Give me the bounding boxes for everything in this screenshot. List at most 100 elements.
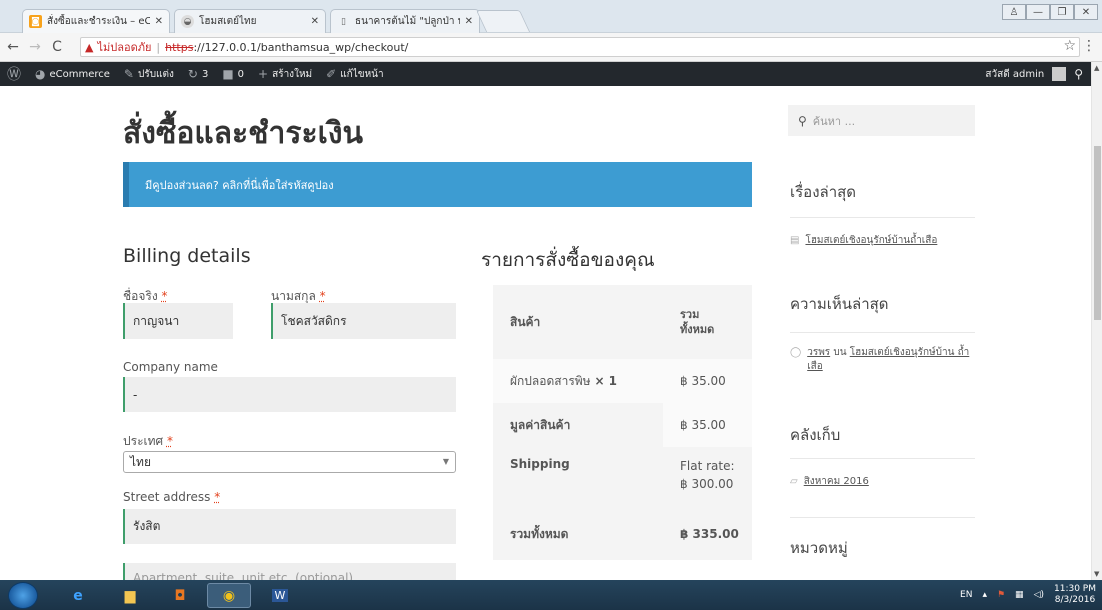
word-icon[interactable]: W — [258, 583, 302, 608]
divider — [790, 517, 975, 518]
subtotal-label: มูลค่าสินค้า — [493, 403, 663, 447]
url-separator: | — [156, 40, 161, 54]
avatar[interactable] — [1052, 67, 1067, 81]
page-icon: ▯ — [341, 16, 346, 27]
total-value: ฿ 335.00 — [680, 527, 739, 541]
media-player-icon[interactable]: ◘ — [158, 583, 202, 608]
address-bar[interactable]: ▲ ไม่ปลอดภัย | https ://127.0.0.1/bantha… — [80, 37, 1080, 57]
shipping-label: Shipping — [510, 457, 570, 471]
categories-heading: หมวดหมู่ — [790, 539, 848, 557]
tab-tree-bank[interactable]: ▯ ธนาคารต้นไม้ "ปลูกป่า ปลูก ✕ — [330, 9, 480, 33]
item-total: ฿ 35.00 — [680, 374, 726, 388]
internet-explorer-icon[interactable]: e — [56, 583, 100, 608]
forward-icon[interactable]: → — [26, 39, 44, 55]
not-secure-label: ไม่ปลอดภัย — [97, 41, 152, 54]
user-icon[interactable]: ♙ — [1002, 4, 1026, 20]
total-label: รวมทั้งหมด — [510, 526, 569, 541]
new-label: สร้างใหม่ — [272, 68, 313, 80]
clock[interactable]: 11:30 PM 8/3/2016 — [1054, 584, 1096, 606]
network-icon[interactable]: ▦ — [1015, 590, 1024, 600]
comments-button[interactable]: ■ 0 — [215, 62, 251, 86]
back-icon[interactable]: ← — [4, 39, 22, 55]
tab-title: โฮมสเตย์ไทย — [199, 16, 257, 27]
wp-admin-bar: Ⓦ ◕ eCommerce ✎ ปรับแต่ง ↻ 3 ■ 0 + สร้างใหม่ … — [0, 62, 1091, 86]
tab-checkout[interactable]: ◙ สั่งซื้อและชำระเงิน – eComm ✕ — [22, 9, 170, 33]
flag-icon[interactable]: ⚑ — [997, 590, 1005, 600]
shipping-value: Flat rate: ฿ 300.00 — [680, 459, 735, 491]
bookmark-star-icon[interactable]: ☆ — [1063, 38, 1076, 54]
volume-icon[interactable]: ◁) — [1034, 590, 1044, 600]
coupon-link[interactable]: มีคูปองส่วนลด? คลิกที่นี่เพื่อใส่รหัสคูป… — [145, 176, 334, 194]
new-content-button[interactable]: + สร้างใหม่ — [251, 62, 319, 86]
street-field[interactable]: รังสิต — [123, 509, 456, 544]
list-item: ◯ วรพร บน โฮมสเตย์เชิงอนุรักษ์บ้าน ถ้ำเส… — [790, 346, 990, 374]
reload-icon[interactable]: C — [48, 39, 66, 55]
recent-post-link[interactable]: โฮมสเตย์เชิงอนุรักษ์บ้านถ้ำเสือ — [805, 234, 937, 248]
sidebar-search-input[interactable]: ⚲ ค้นหา ... — [788, 105, 975, 136]
divider — [790, 217, 975, 218]
window-controls: ♙ — ❐ ✕ — [1002, 4, 1098, 20]
company-field[interactable]: - — [123, 377, 456, 412]
file-explorer-icon[interactable]: ▆ — [108, 583, 152, 608]
greeting[interactable]: สวัสดี admin — [985, 67, 1044, 82]
customize-button[interactable]: ✎ ปรับแต่ง — [117, 62, 181, 86]
close-icon[interactable]: ✕ — [311, 16, 319, 27]
start-button[interactable] — [8, 582, 38, 609]
list-item: ▤ โฮมสเตย์เชิงอนุรักษ์บ้านถ้ำเสือ — [790, 234, 937, 248]
company-label: Company name — [123, 360, 218, 374]
divider — [790, 332, 975, 333]
street-label: Street address * — [123, 490, 221, 504]
comments-count: 0 — [237, 68, 245, 80]
scroll-thumb[interactable] — [1094, 146, 1101, 320]
comment-post-link[interactable]: โฮมสเตย์เชิงอนุรักษ์บ้าน ถ้ำเสือ — [807, 347, 969, 372]
plus-icon: + — [258, 67, 269, 81]
chevron-down-icon: ▼ — [442, 457, 449, 466]
search-icon: ⚲ — [798, 113, 807, 128]
page-title: สั่งซื้อและชำระเงิน — [123, 116, 364, 151]
url-scheme: https — [165, 40, 194, 54]
browser-menu-icon[interactable]: ⋮ — [1082, 38, 1096, 54]
coupon-notice[interactable]: มีคูปองส่วนลด? คลิกที่นี่เพื่อใส่รหัสคูป… — [123, 162, 752, 207]
tab-title: ธนาคารต้นไม้ "ปลูกป่า ปลูก — [355, 16, 460, 27]
tab-homestay[interactable]: ◒ โฮมสเตย์ไทย ✕ — [174, 9, 326, 33]
updates-icon: ↻ — [187, 67, 198, 81]
archive-link[interactable]: สิงหาคม 2016 — [804, 475, 869, 489]
browser-tab-strip: ◙ สั่งซื้อและชำระเงิน – eComm ✕ ◒ โฮมสเต… — [0, 0, 1102, 33]
country-label: ประเทศ * — [123, 434, 173, 448]
windows-taskbar: e ▆ ◘ ◉ W EN ▴ ⚑ ▦ ◁) 11:30 PM 8/3/2016 — [0, 580, 1102, 610]
dashboard-icon: ◕ — [35, 67, 46, 81]
first-name-field[interactable]: กาญจนา — [123, 303, 233, 339]
last-name-field[interactable]: โชคสวัสดิกร — [271, 303, 456, 339]
total-row: รวมทั้งหมด ฿ 335.00 — [493, 521, 752, 547]
new-tab-button[interactable] — [475, 10, 531, 32]
shipping-row: Shipping Flat rate: ฿ 300.00 — [493, 457, 752, 507]
customize-label: ปรับแต่ง — [137, 68, 174, 80]
minimize-icon[interactable]: — — [1026, 4, 1050, 20]
warning-icon: ▲ — [85, 40, 94, 54]
close-icon[interactable]: ✕ — [465, 16, 473, 27]
close-window-icon[interactable]: ✕ — [1074, 4, 1098, 20]
scroll-up-icon[interactable]: ▲ — [1094, 64, 1099, 72]
page-scrollbar[interactable]: ▲ ▼ — [1091, 62, 1102, 580]
wordpress-icon: Ⓦ — [7, 67, 21, 83]
col-total: รวม ทั้งหมด — [680, 308, 715, 336]
maximize-icon[interactable]: ❐ — [1050, 4, 1074, 20]
search-icon[interactable]: ⚲ — [1074, 67, 1083, 81]
brush-icon: ✎ — [123, 67, 134, 81]
chrome-icon[interactable]: ◉ — [207, 583, 251, 608]
chevron-up-icon[interactable]: ▴ — [982, 590, 987, 600]
subtotal-row: มูลค่าสินค้า ฿ 35.00 — [493, 403, 752, 447]
recent-posts-heading: เรื่องล่าสุด — [790, 183, 857, 201]
edit-page-button[interactable]: ✐ แก้ไขหน้า — [319, 62, 390, 86]
search-placeholder: ค้นหา ... — [812, 114, 856, 128]
site-name-button[interactable]: ◕ eCommerce — [28, 62, 117, 86]
updates-count: 3 — [201, 68, 209, 80]
language-indicator[interactable]: EN — [960, 590, 972, 600]
billing-heading: Billing details — [123, 245, 251, 267]
updates-button[interactable]: ↻ 3 — [181, 62, 215, 86]
scroll-down-icon[interactable]: ▼ — [1094, 570, 1099, 578]
country-select[interactable]: ไทย ▼ — [123, 451, 456, 473]
comment-author-link[interactable]: วรพร — [807, 347, 830, 358]
wp-logo-button[interactable]: Ⓦ — [0, 62, 28, 86]
close-icon[interactable]: ✕ — [155, 16, 163, 27]
